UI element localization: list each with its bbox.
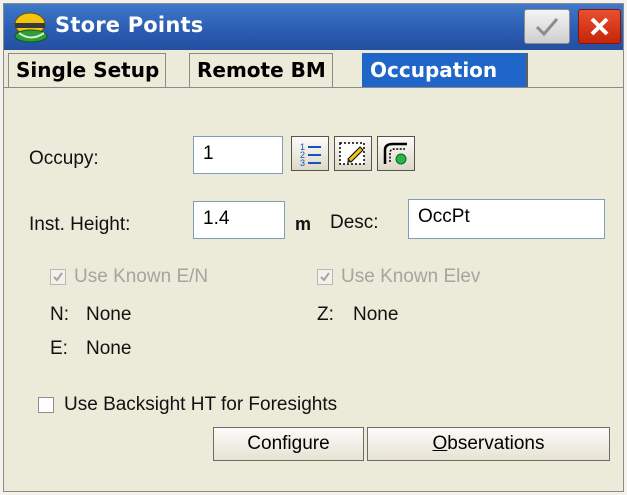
tab-single-setup[interactable]: Single Setup (8, 53, 167, 88)
inst-height-label: Inst. Height: (29, 214, 131, 235)
n-label: N: (50, 304, 69, 325)
close-button[interactable] (578, 9, 621, 44)
checkmark-icon (53, 272, 63, 282)
occupy-input[interactable]: 1 (193, 136, 283, 174)
backsight-ht-checkbox[interactable] (38, 397, 54, 413)
z-label: Z: (317, 304, 334, 325)
use-known-en-label: Use Known E/N (74, 266, 209, 287)
title-bar: Store Points (4, 4, 623, 50)
point-list-icon: 1 2 3 (300, 142, 321, 167)
tab-occupation[interactable]: Occupation (362, 53, 528, 88)
use-known-elev-checkbox[interactable] (317, 269, 333, 285)
app-helmet-icon (14, 12, 48, 43)
occupation-panel: Occupy: 1 1 2 3 Inst. Height: 1.4 m Desc… (4, 88, 623, 491)
use-known-elev-label: Use Known Elev (341, 266, 481, 287)
configure-button[interactable]: Configure (213, 427, 364, 461)
z-value: None (353, 304, 399, 325)
n-value: None (86, 304, 132, 325)
svg-text:3: 3 (300, 158, 305, 167)
checkmark-icon (320, 272, 330, 282)
inst-height-input[interactable]: 1.4 (193, 201, 285, 239)
map-edit-button[interactable] (334, 136, 372, 171)
desc-input[interactable]: OccPt (408, 199, 605, 239)
use-known-en-checkbox[interactable] (50, 269, 66, 285)
e-value: None (86, 338, 132, 359)
observations-button[interactable]: Observations (367, 427, 610, 461)
desc-label: Desc: (330, 212, 379, 233)
map-edit-icon (339, 142, 365, 165)
configure-text: Confi (247, 433, 292, 454)
close-x-icon (590, 17, 609, 36)
occupy-label: Occupy: (29, 148, 99, 169)
observations-text: bservations (447, 433, 545, 454)
store-points-window: Store Points Single Setup Remote BM Occu… (3, 3, 624, 492)
from-map-button[interactable] (377, 136, 415, 171)
e-label: E: (50, 338, 68, 359)
ok-button[interactable] (524, 9, 570, 44)
tab-strip: Single Setup Remote BM Occupation (4, 50, 623, 88)
window-title: Store Points (55, 13, 204, 37)
configure-accelerator: g (291, 433, 303, 454)
point-list-button[interactable]: 1 2 3 (291, 136, 329, 171)
observations-accelerator: O (432, 433, 448, 454)
inst-height-unit: m (295, 214, 312, 234)
configure-text-end: ure (302, 433, 330, 454)
from-map-icon (383, 142, 407, 165)
backsight-ht-label: Use Backsight HT for Foresights (64, 394, 338, 415)
ok-check-icon (535, 18, 559, 37)
tab-remote-bm[interactable]: Remote BM (189, 53, 333, 88)
